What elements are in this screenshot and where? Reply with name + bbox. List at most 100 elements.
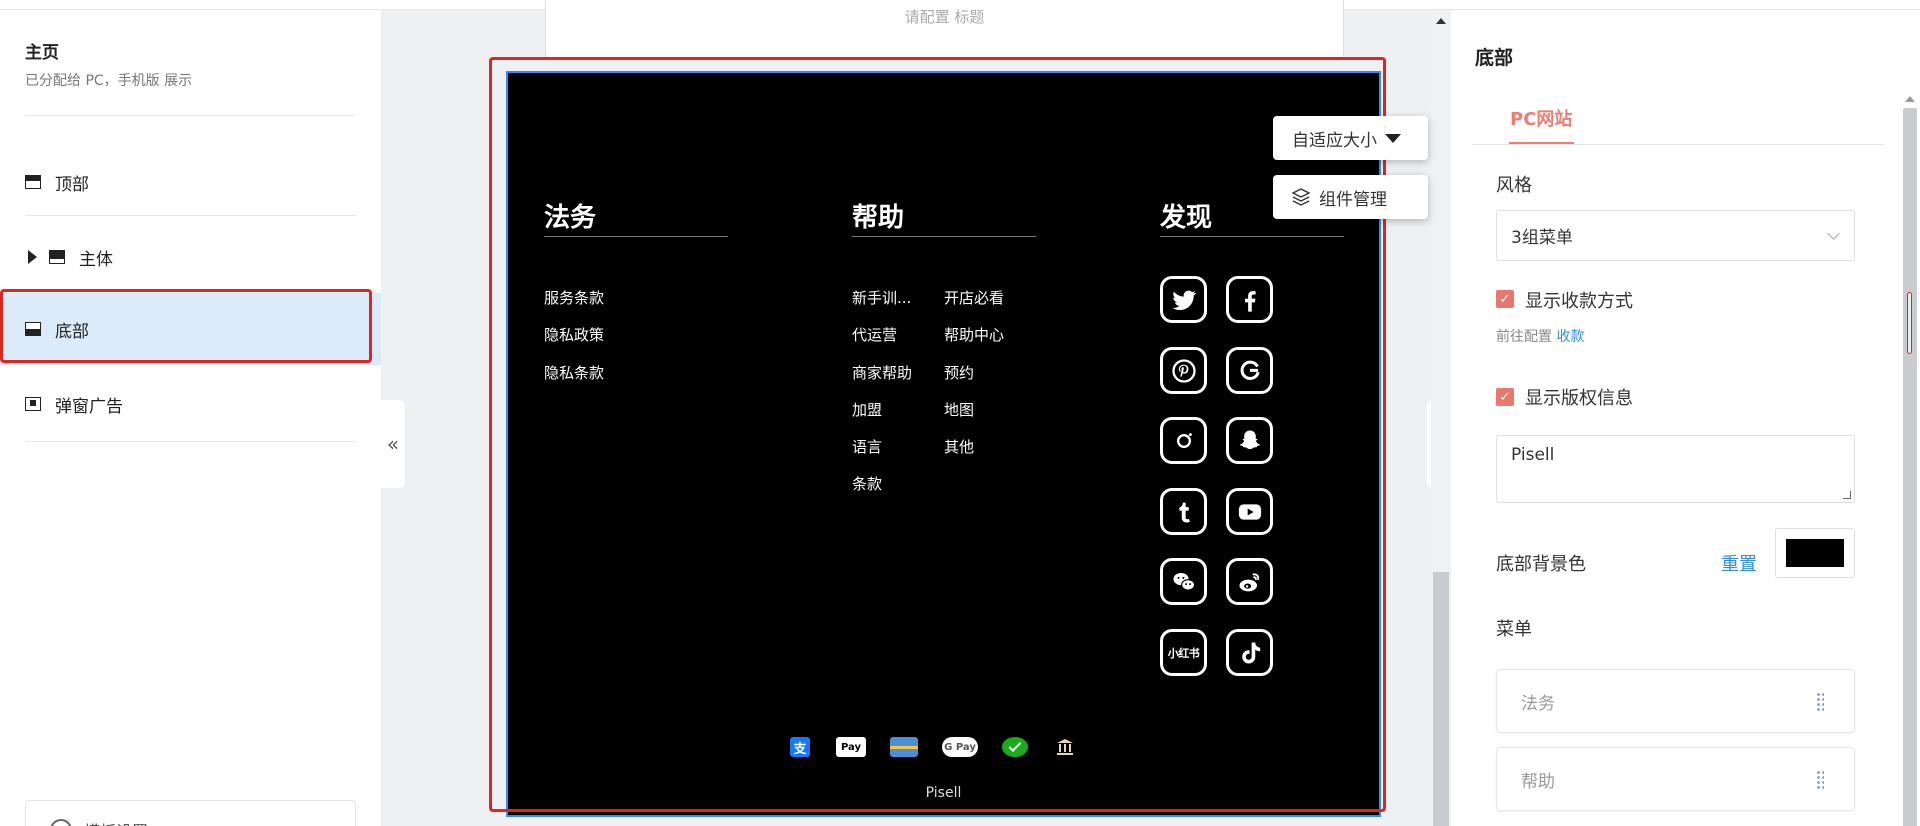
nav-item-label: 弹窗广告	[55, 396, 123, 417]
component-manage-button[interactable]: 组件管理	[1273, 175, 1428, 219]
scroll-thumb[interactable]	[1907, 292, 1912, 354]
left-panel: 主页 已分配给 PC，手机版 展示 顶部 主体 底部 弹窗广告 模板设置	[0, 10, 381, 826]
menu-item-card[interactable]: 帮助	[1496, 747, 1855, 811]
footer-link[interactable]: 语言	[852, 436, 882, 457]
nav-item-footer[interactable]: 底部	[0, 293, 381, 365]
size-select-dropdown[interactable]: 自适应大小	[1273, 116, 1428, 160]
scroll-up-arrow-icon[interactable]	[1905, 96, 1915, 102]
nav-item-body[interactable]: 主体	[0, 221, 381, 293]
expand-caret-icon[interactable]	[28, 250, 37, 264]
column-underline	[544, 236, 728, 237]
scroll-up-arrow-icon[interactable]	[1436, 18, 1446, 24]
footer-link[interactable]: 代运营	[852, 324, 897, 345]
copyright-textarea[interactable]: Pisell	[1496, 435, 1855, 503]
show-copyright-label[interactable]: 显示版权信息	[1525, 384, 1633, 410]
footer-link[interactable]: 服务条款	[544, 287, 604, 308]
google-pay-icon: G Pay	[942, 737, 978, 757]
tab-divider	[1472, 144, 1884, 145]
tiktok-icon[interactable]	[1226, 629, 1273, 676]
wechat-icon[interactable]	[1160, 558, 1207, 605]
gear-icon	[50, 819, 72, 826]
reset-bg-color-link[interactable]: 重置	[1721, 550, 1757, 576]
show-payment-checkbox[interactable]: ✓	[1496, 290, 1514, 308]
menu-item-card[interactable]: 法务	[1496, 669, 1855, 733]
footer-block-icon	[25, 322, 41, 336]
column-underline	[1160, 236, 1344, 237]
nav-item-label: 底部	[55, 321, 89, 342]
nav-item-popup-ad[interactable]: 弹窗广告	[0, 368, 381, 440]
collapse-left-handle[interactable]: «	[381, 400, 405, 488]
pinterest-icon[interactable]	[1160, 347, 1207, 394]
footer-link[interactable]: 帮助中心	[944, 324, 1004, 345]
footer-link[interactable]: 新手训...	[852, 287, 911, 308]
canvas-scroll-thumb[interactable]	[1433, 572, 1449, 826]
divider	[25, 215, 356, 216]
style-label: 风格	[1496, 175, 1532, 196]
title-placeholder: 请配置 标题	[904, 8, 985, 26]
menu-label: 菜单	[1496, 619, 1532, 640]
snapchat-icon[interactable]	[1226, 417, 1273, 464]
bg-color-picker[interactable]	[1775, 528, 1855, 578]
footer-link[interactable]: 其他	[944, 436, 974, 457]
bg-color-swatch	[1786, 539, 1844, 567]
nav-item-label: 顶部	[55, 174, 89, 195]
footer-link[interactable]: 商家帮助	[852, 362, 912, 383]
show-copyright-checkbox[interactable]: ✓	[1496, 388, 1514, 406]
bank-icon	[1054, 737, 1076, 757]
footer-column-title-help: 帮助	[852, 203, 905, 233]
footer-link[interactable]: 开店必看	[944, 287, 1004, 308]
nav-item-label: 主体	[79, 249, 113, 270]
payment-config-link[interactable]: 收款	[1556, 329, 1584, 345]
popup-block-icon	[25, 397, 41, 411]
template-settings-button[interactable]: 模板设置	[25, 800, 356, 826]
alipay-icon: 支	[790, 737, 810, 757]
footer-preview[interactable]: 法务 帮助 发现 服务条款 隐私政策 隐私条款 新手训... 代运营 商家帮助 …	[506, 71, 1381, 817]
resize-handle-icon[interactable]	[1843, 491, 1851, 499]
footer-link[interactable]: 预约	[944, 362, 974, 383]
footer-link[interactable]: 加盟	[852, 399, 882, 420]
menu-item-label: 帮助	[1521, 771, 1555, 792]
page-title: 主页	[25, 43, 59, 63]
column-underline	[852, 236, 1036, 237]
twitter-icon[interactable]	[1160, 276, 1207, 323]
tumblr-icon[interactable]	[1160, 488, 1207, 535]
divider	[25, 441, 356, 442]
body-block-icon	[49, 250, 65, 264]
card-icon	[890, 737, 918, 757]
scroll-track[interactable]	[1903, 108, 1917, 826]
size-select-label: 自适应大小	[1292, 130, 1377, 151]
canvas-scrollbar[interactable]	[1431, 10, 1451, 826]
footer-link[interactable]: 隐私条款	[544, 362, 604, 383]
drag-handle-icon[interactable]	[1816, 692, 1824, 712]
nav-item-top[interactable]: 顶部	[0, 146, 381, 218]
xiaohongshu-icon[interactable]: 小红书	[1160, 629, 1207, 676]
copyright-text-value: Pisell	[1511, 445, 1555, 465]
panel-title: 底部	[1475, 47, 1514, 69]
component-manage-label: 组件管理	[1319, 189, 1387, 210]
show-payment-label[interactable]: 显示收款方式	[1525, 287, 1633, 313]
layers-icon	[1291, 188, 1311, 206]
instagram-icon[interactable]	[1160, 417, 1207, 464]
payment-hint-text: 前往配置	[1496, 329, 1552, 345]
menu-item-label: 法务	[1521, 693, 1555, 714]
google-icon[interactable]	[1226, 347, 1273, 394]
style-select-value: 3组菜单	[1511, 228, 1573, 248]
right-panel-scrollbar[interactable]	[1902, 92, 1918, 826]
style-select[interactable]: 3组菜单	[1496, 210, 1855, 261]
canvas-header-section[interactable]: 请配置 标题	[545, 0, 1344, 58]
bg-color-label: 底部背景色	[1496, 554, 1586, 575]
template-settings-label: 模板设置	[84, 818, 148, 826]
chevron-down-icon	[1827, 227, 1840, 240]
footer-link[interactable]: 条款	[852, 473, 882, 494]
drag-handle-icon[interactable]	[1816, 770, 1824, 790]
footer-column-title-discover: 发现	[1160, 203, 1213, 233]
tab-pc-website[interactable]: PC网站	[1510, 105, 1572, 131]
youtube-icon[interactable]	[1226, 488, 1273, 535]
weibo-icon[interactable]	[1226, 558, 1273, 605]
chevron-down-icon	[1385, 133, 1401, 143]
header-block-icon	[25, 175, 41, 189]
footer-link[interactable]: 隐私政策	[544, 324, 604, 345]
facebook-icon[interactable]	[1226, 276, 1273, 323]
divider	[25, 115, 356, 116]
footer-link[interactable]: 地图	[944, 399, 974, 420]
